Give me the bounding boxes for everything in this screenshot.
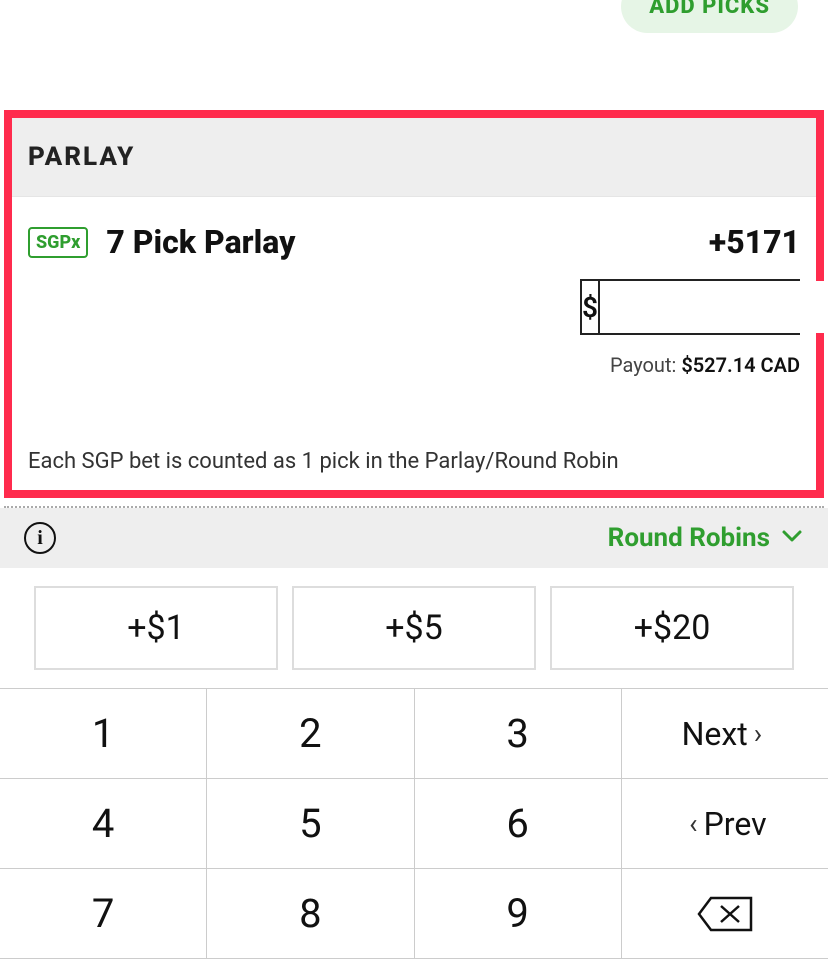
wager-input-group[interactable]: $ [580, 279, 800, 335]
key-3[interactable]: 3 [415, 689, 622, 779]
add-picks-label: ADD PICKS [649, 0, 770, 19]
keypad: 1 2 3 Next› 4 5 6 ‹Prev 7 8 9 [0, 688, 828, 959]
chevron-down-icon [780, 524, 804, 552]
chevron-left-icon: ‹ [689, 807, 697, 840]
key-9[interactable]: 9 [415, 869, 622, 959]
parlay-title: 7 Pick Parlay [106, 223, 709, 261]
parlay-header: PARLAY [12, 118, 816, 197]
quick-add-5[interactable]: +$5 [292, 586, 536, 670]
round-robins-bar[interactable]: i Round Robins [0, 508, 828, 568]
key-8[interactable]: 8 [207, 869, 414, 959]
info-icon[interactable]: i [24, 522, 56, 554]
key-4[interactable]: 4 [0, 779, 207, 869]
key-prev[interactable]: ‹Prev [622, 779, 828, 869]
currency-symbol: $ [582, 281, 600, 333]
add-picks-button[interactable]: ADD PICKS [621, 0, 798, 33]
payout-value: $527.14 CAD [681, 353, 800, 377]
chevron-right-icon: › [754, 717, 762, 750]
key-7[interactable]: 7 [0, 869, 207, 959]
parlay-odds: +5171 [709, 223, 800, 261]
wager-amount-input[interactable] [600, 281, 828, 333]
quick-add-1[interactable]: +$1 [34, 586, 278, 670]
key-6[interactable]: 6 [415, 779, 622, 869]
payout-label: Payout: [610, 353, 676, 377]
key-next[interactable]: Next› [622, 689, 828, 779]
sgpx-badge: SGPx [28, 227, 88, 258]
quick-add-20[interactable]: +$20 [550, 586, 794, 670]
key-5[interactable]: 5 [207, 779, 414, 869]
parlay-card: PARLAY SGPx 7 Pick Parlay +5171 $ Payout… [4, 110, 824, 498]
key-backspace[interactable] [622, 869, 828, 959]
key-2[interactable]: 2 [207, 689, 414, 779]
parlay-header-label: PARLAY [28, 142, 135, 172]
backspace-icon [697, 896, 753, 932]
round-robins-label: Round Robins [608, 523, 770, 553]
sgp-note: Each SGP bet is counted as 1 pick in the… [12, 449, 816, 490]
key-1[interactable]: 1 [0, 689, 207, 779]
